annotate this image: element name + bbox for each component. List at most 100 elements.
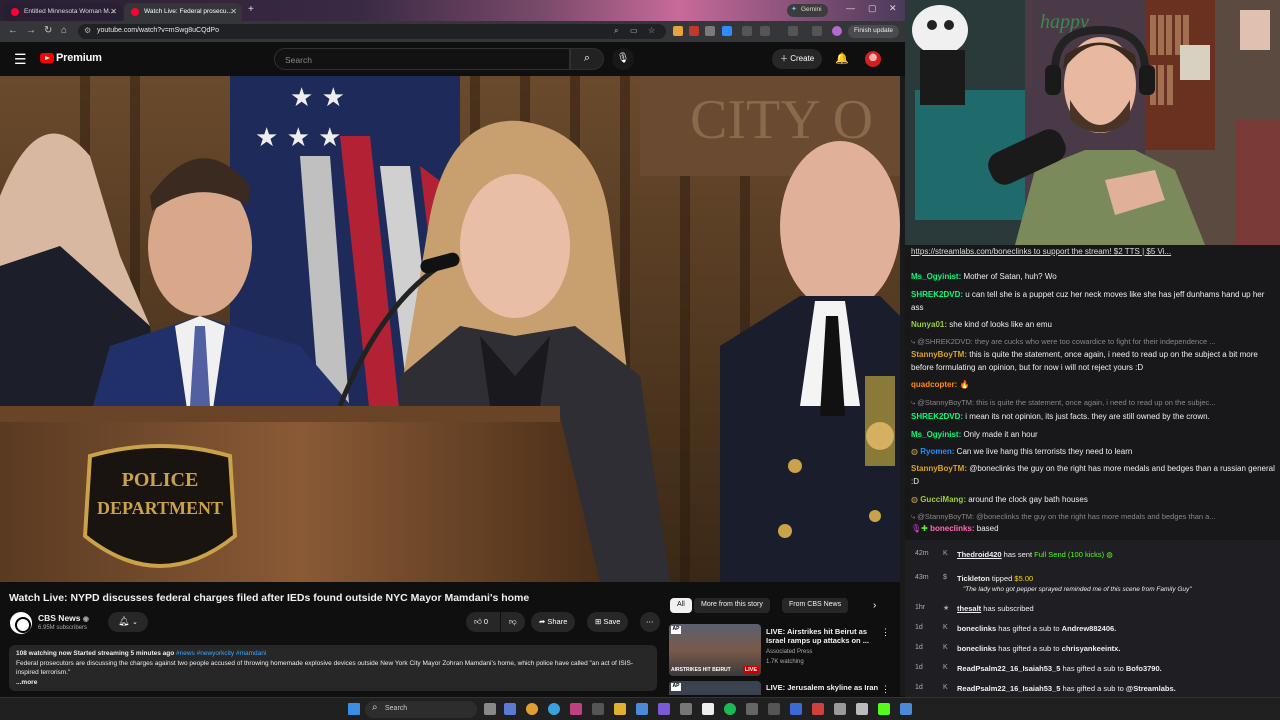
- browser-tab-watch-live[interactable]: Watch Live: Federal prosecu... ✕: [124, 3, 242, 21]
- account-avatar[interactable]: [865, 51, 881, 67]
- event-user[interactable]: boneclinks: [957, 644, 996, 653]
- chat-username[interactable]: SHREK2DVD:: [911, 412, 963, 421]
- more-actions-button[interactable]: ⋯: [640, 612, 660, 632]
- chip-more-from-story[interactable]: More from this story: [694, 598, 770, 613]
- like-button[interactable]: 👍︎ 0: [466, 612, 500, 632]
- app-icon[interactable]: [658, 703, 670, 715]
- voice-search-button[interactable]: 🎙: [612, 48, 634, 70]
- address-bar[interactable]: ⚙ youtube.com/watch?v=mSwg8uCQdPo ⌕ ▭ ☆: [78, 24, 666, 39]
- event-user[interactable]: ReadPsalm22_16_Isaiah53_5: [957, 684, 1060, 693]
- subscribed-bell-button[interactable]: 🔔︎ ⌄: [108, 612, 148, 632]
- zoom-icon[interactable]: ⌕: [614, 26, 618, 36]
- related-menu-icon[interactable]: ⋮: [881, 627, 890, 638]
- hashtags[interactable]: #news #newyorkcity #mamdani: [176, 650, 266, 657]
- maximize-icon[interactable]: ▢: [868, 3, 877, 14]
- related-menu-icon[interactable]: ⋮: [881, 684, 890, 695]
- app-icon[interactable]: [702, 703, 714, 715]
- app-icon[interactable]: [812, 703, 824, 715]
- save-button[interactable]: ⊞ Save: [587, 612, 629, 632]
- home-icon[interactable]: ⌂: [61, 25, 67, 36]
- channel-name[interactable]: CBS News ◉: [38, 613, 89, 623]
- app-icon[interactable]: [570, 703, 582, 715]
- extension-icon[interactable]: [742, 26, 752, 36]
- event-user[interactable]: ReadPsalm22_16_Isaiah53_5: [957, 664, 1060, 673]
- show-more-link[interactable]: ...more: [16, 678, 650, 688]
- chrome-icon[interactable]: [526, 703, 538, 715]
- extension-icon[interactable]: [689, 26, 699, 36]
- app-icon[interactable]: [680, 703, 692, 715]
- app-icon[interactable]: [504, 703, 516, 715]
- chip-all[interactable]: All: [670, 598, 692, 613]
- create-button[interactable]: ＋ Create: [772, 49, 823, 69]
- extension-icon[interactable]: [722, 26, 732, 36]
- download-icon[interactable]: [812, 26, 822, 36]
- app-icon[interactable]: [834, 703, 846, 715]
- menu-icon[interactable]: ☰: [14, 51, 27, 68]
- new-tab-icon[interactable]: +: [248, 4, 254, 15]
- app-icon[interactable]: [592, 703, 604, 715]
- app-icon[interactable]: [790, 703, 802, 715]
- cast-icon[interactable]: ▭: [630, 26, 638, 35]
- file-explorer-icon[interactable]: [614, 703, 626, 715]
- reload-icon[interactable]: ↻: [44, 25, 52, 36]
- app-icon[interactable]: [746, 703, 758, 715]
- chat-username[interactable]: Nunya01:: [911, 320, 947, 329]
- chat-username[interactable]: boneclinks:: [930, 524, 974, 533]
- chips-next-icon[interactable]: ›: [873, 600, 876, 611]
- related-thumbnail[interactable]: AP AIRSTRIKES HIT BEIRUT LIVE: [669, 624, 761, 676]
- minimize-icon[interactable]: —: [846, 3, 855, 13]
- forward-icon[interactable]: →: [26, 25, 36, 36]
- kick-app-icon[interactable]: [878, 703, 890, 715]
- finish-update-button[interactable]: Finish update: [848, 25, 900, 38]
- edge-icon[interactable]: [548, 703, 560, 715]
- event-user[interactable]: Thedroid420: [957, 550, 1002, 559]
- task-view-icon[interactable]: [484, 703, 496, 715]
- back-icon[interactable]: ←: [8, 25, 18, 36]
- search-input[interactable]: Search: [274, 48, 570, 70]
- app-icon[interactable]: [856, 703, 868, 715]
- event-user[interactable]: boneclinks: [957, 624, 996, 633]
- site-info-icon[interactable]: ⚙: [84, 26, 91, 35]
- related-title[interactable]: LIVE: Airstrikes hit Beirut as: [766, 627, 867, 636]
- search-button[interactable]: ⌕: [570, 48, 604, 70]
- extension-icon[interactable]: [705, 26, 715, 36]
- app-icon[interactable]: [768, 703, 780, 715]
- chat-username[interactable]: quadcopter:: [911, 380, 957, 389]
- chat-username[interactable]: GucciMang:: [920, 495, 966, 504]
- chip-from-cbs[interactable]: From CBS News: [782, 598, 849, 613]
- close-tab-icon[interactable]: ✕: [230, 7, 237, 16]
- app-icon[interactable]: [636, 703, 648, 715]
- sidebar-icon[interactable]: [788, 26, 798, 36]
- chat-username[interactable]: Ryomen:: [920, 447, 954, 456]
- extension-icon[interactable]: [673, 26, 683, 36]
- notifications-bell-icon[interactable]: 🔔: [835, 52, 849, 65]
- spotify-icon[interactable]: [724, 703, 736, 715]
- related-thumbnail[interactable]: AP: [669, 681, 761, 695]
- chat-username[interactable]: Ms_Ogyinist:: [911, 430, 961, 439]
- app-icon[interactable]: [900, 703, 912, 715]
- related-title-line2[interactable]: Israel ramps up attacks on ...: [766, 636, 869, 645]
- close-tab-icon[interactable]: ✕: [110, 7, 117, 16]
- chat-username[interactable]: Ms_Ogyinist:: [911, 272, 961, 281]
- dislike-button[interactable]: 👎︎: [501, 612, 525, 632]
- gemini-button[interactable]: Gemini: [787, 4, 828, 17]
- event-user[interactable]: Tickleton: [957, 574, 990, 583]
- related-title[interactable]: LIVE: Jerusalem skyline as Iran: [766, 683, 878, 692]
- event-user[interactable]: thesalt: [957, 604, 981, 613]
- description-box[interactable]: 108 watching now Started streaming 5 min…: [9, 645, 657, 691]
- windows-start-icon[interactable]: [348, 703, 360, 715]
- video-player[interactable]: CITY O ★ ★ ★ ★ ★ POLICE DEPARTMENT: [0, 76, 900, 582]
- chat-username[interactable]: StannyBoyTM:: [911, 464, 967, 473]
- chat-username[interactable]: SHREK2DVD:: [911, 290, 963, 299]
- taskbar-search[interactable]: Search: [365, 701, 477, 718]
- close-window-icon[interactable]: ✕: [889, 3, 897, 14]
- browser-tab-entitled[interactable]: Entitled Minnesota Woman M... ✕: [4, 3, 122, 21]
- extensions-puzzle-icon[interactable]: [760, 26, 770, 36]
- pinned-message[interactable]: https://streamlabs.com/boneclinks to sup…: [911, 245, 1276, 258]
- chat-username[interactable]: StannyBoyTM:: [911, 350, 967, 359]
- youtube-premium-logo[interactable]: Premium: [56, 52, 102, 64]
- bookmark-star-icon[interactable]: ☆: [648, 26, 655, 35]
- share-button[interactable]: ➦ Share: [531, 612, 576, 632]
- youtube-logo-icon[interactable]: [40, 53, 54, 63]
- profile-avatar[interactable]: [832, 26, 842, 36]
